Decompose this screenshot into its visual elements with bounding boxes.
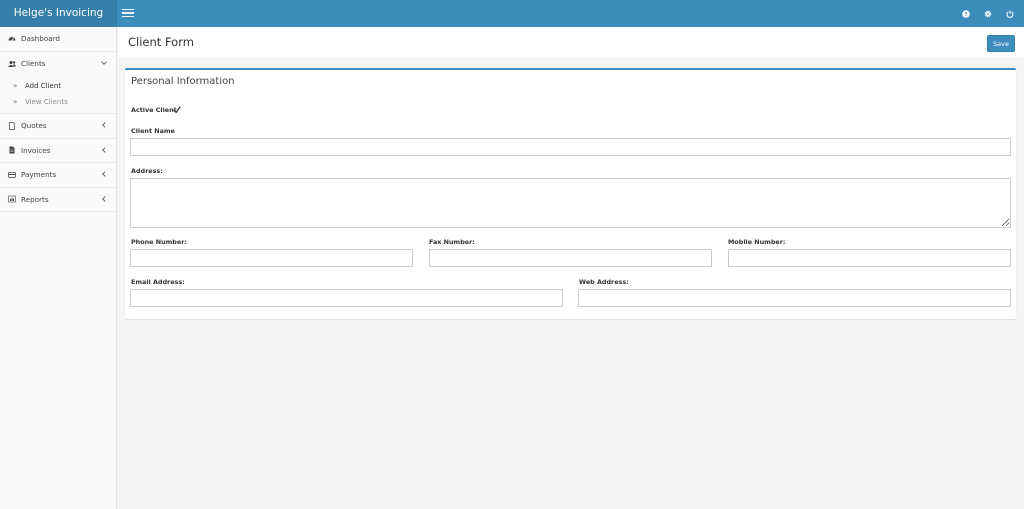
active-client-checkbox[interactable] bbox=[173, 106, 181, 114]
brand-logo[interactable]: Helge's Invoicing bbox=[0, 0, 117, 27]
section-title: Personal Information bbox=[131, 76, 235, 87]
chevron-down-icon bbox=[101, 60, 107, 66]
web-address-input[interactable] bbox=[578, 289, 1011, 307]
file-icon bbox=[8, 121, 16, 130]
sidebar-item-payments[interactable]: Payments bbox=[0, 163, 116, 188]
top-navbar: Helge's Invoicing ? bbox=[0, 0, 1024, 27]
fax-number-label: Fax Number: bbox=[429, 238, 475, 246]
personal-information-box: Personal Information Active Client Clien… bbox=[125, 68, 1016, 319]
sidebar-subitem-add-client[interactable]: » Add Client bbox=[0, 78, 116, 94]
chevron-left-icon bbox=[101, 195, 107, 202]
file-text-icon bbox=[8, 146, 16, 154]
email-address-label: Email Address: bbox=[131, 278, 185, 286]
mobile-number-input[interactable] bbox=[728, 249, 1011, 267]
sidebar-item-reports[interactable]: Reports bbox=[0, 188, 116, 212]
sidebar-subitem-label: Add Client bbox=[25, 82, 62, 90]
phone-number-label: Phone Number: bbox=[131, 238, 187, 246]
sidebar-item-clients[interactable]: Clients bbox=[0, 52, 116, 77]
email-address-input[interactable] bbox=[130, 289, 563, 307]
sidebar-item-label: Payments bbox=[21, 170, 57, 180]
sidebar-item-label: Reports bbox=[21, 194, 49, 204]
gear-icon[interactable] bbox=[984, 10, 992, 18]
users-icon bbox=[8, 60, 16, 68]
double-chevron-right-icon: » bbox=[13, 98, 18, 106]
chevron-left-icon bbox=[101, 122, 107, 128]
sidebar-item-label: Invoices bbox=[21, 145, 51, 155]
page-title: Client Form bbox=[128, 35, 194, 49]
client-name-label: Client Name bbox=[131, 127, 175, 135]
address-label: Address: bbox=[131, 167, 163, 175]
double-chevron-right-icon: » bbox=[13, 82, 18, 90]
chevron-left-icon bbox=[101, 171, 107, 177]
sidebar-subitem-view-clients[interactable]: » View Clients bbox=[0, 94, 116, 110]
sidebar-item-quotes[interactable]: Quotes bbox=[0, 114, 116, 139]
sidebar-item-dashboard[interactable]: Dashboard bbox=[0, 27, 116, 52]
active-client-label: Active Client bbox=[131, 106, 177, 114]
power-icon[interactable] bbox=[1006, 10, 1014, 18]
credit-card-icon bbox=[8, 171, 16, 179]
top-icons: ? bbox=[962, 0, 1014, 27]
sidebar-item-label: Quotes bbox=[21, 121, 47, 131]
chevron-left-icon bbox=[101, 146, 107, 153]
fax-number-input[interactable] bbox=[429, 249, 712, 267]
phone-number-input[interactable] bbox=[130, 249, 413, 267]
sidebar-item-invoices[interactable]: Invoices bbox=[0, 139, 116, 163]
svg-text:?: ? bbox=[964, 12, 967, 18]
content-header: Client Form Save bbox=[118, 27, 1024, 59]
question-icon[interactable]: ? bbox=[962, 9, 970, 18]
sidebar-subitem-label: View Clients bbox=[25, 98, 68, 106]
sidebar: Dashboard Clients » Add Client » View Cl… bbox=[0, 27, 117, 509]
dashboard-icon bbox=[8, 35, 16, 43]
sidebar-item-label: Dashboard bbox=[21, 34, 60, 44]
bar-chart-icon bbox=[8, 195, 16, 203]
sidebar-item-label: Clients bbox=[21, 59, 46, 69]
menu-toggle-icon[interactable] bbox=[122, 6, 136, 20]
mobile-number-label: Mobile Number: bbox=[728, 238, 786, 246]
web-address-label: Web Address: bbox=[579, 278, 629, 286]
save-button[interactable]: Save bbox=[987, 35, 1015, 52]
address-textarea[interactable] bbox=[130, 178, 1011, 228]
client-name-input[interactable] bbox=[130, 138, 1011, 156]
clients-submenu: » Add Client » View Clients bbox=[0, 76, 116, 114]
